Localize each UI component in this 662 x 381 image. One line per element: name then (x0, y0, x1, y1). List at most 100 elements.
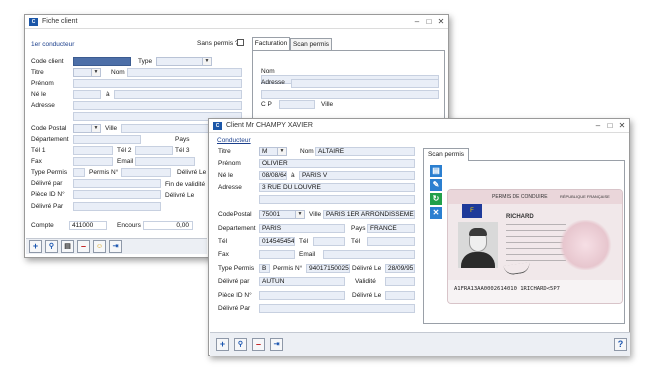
adresse-label: Adresse (31, 102, 55, 109)
lieu-naissance-field[interactable] (114, 90, 242, 99)
delivre-par-field[interactable] (73, 179, 161, 188)
ne-le-label: Né le (31, 91, 47, 98)
ville-field[interactable]: PARIS 1ER ARRONDISSEMENT (323, 210, 415, 219)
tel3-field[interactable] (367, 237, 415, 246)
encours-field[interactable]: 0,00 (143, 221, 193, 230)
rotate-icon[interactable]: ↻ (430, 193, 442, 205)
help-button[interactable]: ? (614, 338, 627, 351)
delete-button[interactable]: – (252, 338, 265, 351)
delivre-par2-label: Délivré Par (218, 305, 251, 312)
scan-icon[interactable]: ▤ (430, 165, 442, 177)
exit-button[interactable]: ⇥ (109, 240, 122, 253)
code-client-label: Code client (31, 58, 64, 65)
fact-adresse-field-1[interactable] (291, 79, 439, 88)
add-button[interactable]: + (29, 240, 42, 253)
minimize-icon[interactable]: – (412, 17, 422, 27)
tel2-field[interactable] (313, 237, 345, 246)
adresse-field-1[interactable]: 3 RUE DU LOUVRE (259, 183, 415, 192)
maximize-icon[interactable]: □ (424, 17, 434, 27)
pays-field[interactable]: FRANCE (367, 224, 415, 233)
prenom-field[interactable] (73, 79, 242, 88)
tab-scan-permis[interactable]: Scan permis (423, 148, 469, 161)
nom-field[interactable] (127, 68, 242, 77)
a-label: à (291, 172, 295, 179)
delivre-par-label: Délivré par (218, 278, 250, 285)
license-name: RICHARD (506, 214, 534, 220)
permis-no-field[interactable] (121, 168, 171, 177)
code-postal-select[interactable]: ▼ (73, 124, 101, 133)
departement-field[interactable]: PARIS (259, 224, 345, 233)
delete-button[interactable]: – (77, 240, 90, 253)
tel-label: Tél (218, 238, 228, 245)
print-button[interactable]: ▤ (61, 240, 74, 253)
tel1-field[interactable] (73, 146, 113, 155)
pays-label: Pays (175, 136, 190, 143)
sans-permis-checkbox[interactable] (237, 39, 244, 46)
fax-field[interactable] (73, 157, 113, 166)
fax-label: Fax (218, 251, 229, 258)
tab-scan-permis[interactable]: Scan permis (290, 38, 332, 50)
titre-select[interactable]: ▼ (73, 68, 101, 77)
validite-label: Validité (355, 278, 376, 285)
edit-icon[interactable]: ✎ (430, 179, 442, 191)
delete-scan-icon[interactable]: ✕ (430, 207, 442, 219)
delivre-par2-field[interactable] (73, 202, 161, 211)
section-title: 1er conducteur (31, 41, 75, 48)
delivre-le2-label: Délivré Le (352, 292, 382, 299)
tel-field[interactable]: 0145454545 (259, 237, 295, 246)
titre-select[interactable]: M ▼ (259, 147, 287, 156)
ne-le-label: Né le (218, 172, 234, 179)
front-window-titlebar: C Client Mr CHAMPY XAVIER – □ ✕ (209, 119, 629, 133)
departement-label: Departement (218, 225, 256, 232)
permis-no-field[interactable]: 940171500254 (306, 264, 350, 273)
tel2-label: Tél 2 (117, 147, 132, 154)
tel2-field[interactable] (135, 146, 173, 155)
type-permis-field[interactable]: B (259, 264, 270, 273)
adresse-field-1[interactable] (73, 101, 242, 110)
delivre-le2-field[interactable] (385, 291, 415, 300)
close-icon[interactable]: ✕ (617, 121, 627, 131)
fax-field[interactable] (259, 250, 295, 259)
adresse-field-2[interactable] (259, 195, 415, 204)
departement-field[interactable] (73, 135, 141, 144)
validite-field[interactable] (385, 277, 415, 286)
lieu-naissance-field[interactable]: PARIS V (299, 171, 415, 180)
photo-shoulders (461, 252, 495, 268)
piece-id-field[interactable] (73, 190, 161, 199)
search-button[interactable]: ⚲ (234, 338, 247, 351)
email-field[interactable] (323, 250, 415, 259)
maximize-icon[interactable]: □ (605, 121, 615, 131)
exit-button[interactable]: ⇥ (270, 338, 283, 351)
fax-label: Fax (31, 158, 42, 165)
tab-facturation[interactable]: Facturation (252, 37, 290, 50)
sans-permis-label: Sans permis ? (197, 40, 239, 47)
delivre-par-field[interactable]: AUTUN (259, 277, 345, 286)
type-select[interactable]: ▼ (156, 57, 212, 66)
ne-le-field[interactable] (73, 90, 101, 99)
type-permis-field[interactable] (73, 168, 85, 177)
minimize-icon[interactable]: – (593, 121, 603, 131)
refresh-button[interactable]: ☺ (93, 240, 106, 253)
compte-field[interactable]: 411000 (69, 221, 107, 230)
code-postal-select[interactable]: 75001 ▼ (259, 210, 305, 219)
email-label: Email (299, 251, 316, 258)
prenom-field[interactable]: OLIVIER (259, 159, 415, 168)
delivre-par2-field[interactable] (259, 304, 415, 313)
front-window-title: Client Mr CHAMPY XAVIER (226, 122, 313, 129)
fact-adresse-label: Adresse (261, 79, 285, 86)
code-postal-label: Code Postal (31, 125, 67, 132)
chevron-down-icon: ▼ (91, 69, 100, 76)
fact-cp-label: C P (261, 101, 272, 108)
fact-adresse-field-2[interactable] (261, 90, 439, 99)
add-button[interactable]: + (216, 338, 229, 351)
fact-cp-field[interactable] (279, 100, 315, 109)
close-icon[interactable]: ✕ (436, 17, 446, 27)
titre-label: Titre (31, 69, 44, 76)
nom-field[interactable]: ALTAIRE (315, 147, 415, 156)
code-client-field[interactable] (73, 57, 131, 66)
email-field[interactable] (135, 157, 195, 166)
ne-le-field[interactable]: 08/08/64 (259, 171, 287, 180)
piece-id-field[interactable] (259, 291, 345, 300)
search-button[interactable]: ⚲ (45, 240, 58, 253)
delivre-le-field[interactable]: 28/09/95 (385, 264, 415, 273)
